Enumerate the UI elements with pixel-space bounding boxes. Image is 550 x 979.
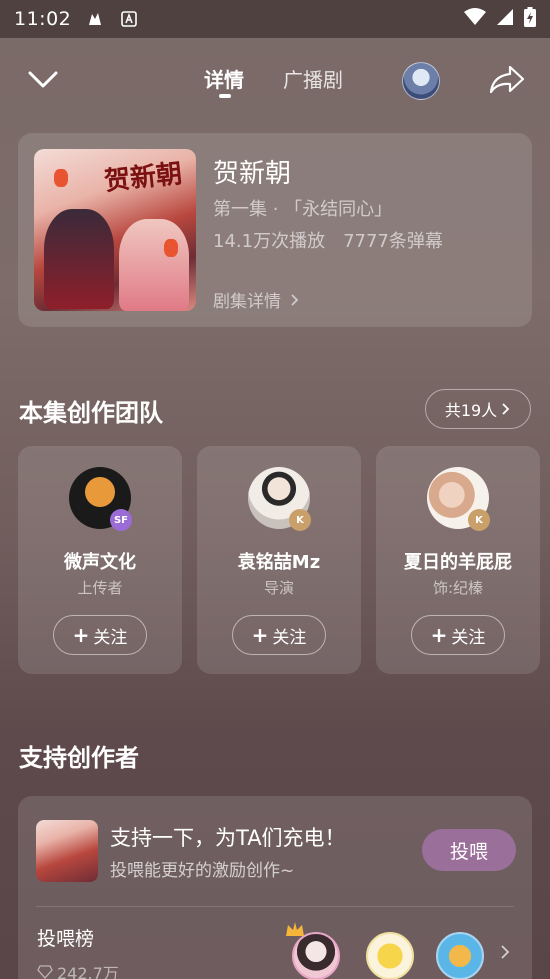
team-total-label: 共19人: [444, 401, 498, 420]
feed-rank-label[interactable]: 投喂榜: [37, 924, 94, 951]
chevron-right-icon: [502, 403, 510, 415]
episode-cover-image: 贺新朝: [34, 149, 196, 311]
feed-rank-amount: 242.7万: [57, 964, 119, 979]
episode-subtitle: 第一集 · 「永结同心」: [213, 199, 393, 220]
wifi-icon: [464, 8, 486, 30]
creator-badge: K: [289, 509, 311, 531]
drama-avatar[interactable]: [402, 62, 440, 100]
support-subline: 投喂能更好的激励创作~: [110, 861, 295, 881]
danmaku-count: 7777条弹幕: [343, 231, 443, 252]
cover-title-art: 贺新朝: [102, 158, 184, 197]
creator-name: 夏日的羊屁屁: [404, 552, 512, 573]
chevron-right-icon: [291, 294, 299, 306]
episode-detail-link[interactable]: 剧集详情: [213, 287, 300, 312]
creator-name: 微声文化: [64, 552, 136, 573]
signal-icon: [496, 8, 514, 30]
follow-label: 关注: [272, 627, 307, 648]
creator-role: 饰:纪榛: [432, 579, 484, 597]
follow-label: 关注: [451, 627, 486, 648]
creator-card[interactable]: SF 微声文化 上传者 + 关注: [18, 446, 182, 674]
diamond-icon: [37, 965, 53, 979]
support-headline: 支持一下，为TA们充电！: [110, 826, 346, 850]
tab-details[interactable]: 详情: [204, 64, 244, 93]
share-icon[interactable]: [488, 64, 526, 96]
creator-badge: K: [468, 509, 490, 531]
crown-icon: [284, 920, 306, 942]
follow-button[interactable]: + 关注: [411, 615, 505, 655]
chevron-right-icon[interactable]: [500, 944, 510, 964]
creator-role: 导演: [263, 579, 294, 597]
plus-icon: +: [251, 623, 269, 647]
fan-avatar[interactable]: [366, 932, 414, 979]
feed-rank-value: 242.7万: [37, 960, 119, 979]
feed-button[interactable]: 投喂: [422, 829, 516, 871]
creator-card[interactable]: K 袁铭喆Mz 导演 + 关注: [197, 446, 361, 674]
plus-icon: +: [430, 623, 448, 647]
notification-a-icon: [119, 9, 139, 29]
plus-icon: +: [72, 623, 90, 647]
follow-button[interactable]: + 关注: [232, 615, 326, 655]
battery-icon: [524, 7, 536, 31]
divider: [36, 906, 514, 907]
episode-stats: 14.1万次播放 7777条弹幕: [213, 227, 443, 253]
creator-badge: SF: [110, 509, 132, 531]
creator-name: 袁铭喆Mz: [237, 552, 321, 573]
team-total-button[interactable]: 共19人: [425, 389, 531, 429]
episode-card[interactable]: 贺新朝 贺新朝 第一集 · 「永结同心」 14.1万次播放 7777条弹幕 剧集详…: [18, 133, 532, 327]
creator-card[interactable]: K 夏日的羊屁屁 饰:纪榛 + 关注: [376, 446, 540, 674]
support-thumbnail: [36, 820, 98, 882]
status-time: 11:02: [14, 8, 72, 30]
chevron-down-icon[interactable]: [26, 62, 60, 96]
play-count: 14.1万次播放: [213, 231, 326, 252]
fan-avatar[interactable]: [436, 932, 484, 979]
active-tab-indicator: [219, 94, 231, 98]
team-section-title: 本集创作团队: [19, 399, 163, 427]
follow-label: 关注: [93, 627, 128, 648]
episode-detail-label: 剧集详情: [213, 292, 281, 312]
top-navigation: 详情 广播剧: [0, 52, 550, 108]
tab-radio-drama[interactable]: 广播剧: [283, 64, 343, 93]
follow-button[interactable]: + 关注: [53, 615, 147, 655]
support-section-title: 支持创作者: [19, 744, 139, 772]
notification-app-icon: [85, 9, 105, 29]
status-bar: 11:02: [0, 0, 550, 38]
support-card: 支持一下，为TA们充电！ 投喂能更好的激励创作~ 投喂 投喂榜 242.7万: [18, 796, 532, 979]
creator-role: 上传者: [77, 579, 123, 597]
episode-title: 贺新朝: [213, 159, 292, 189]
